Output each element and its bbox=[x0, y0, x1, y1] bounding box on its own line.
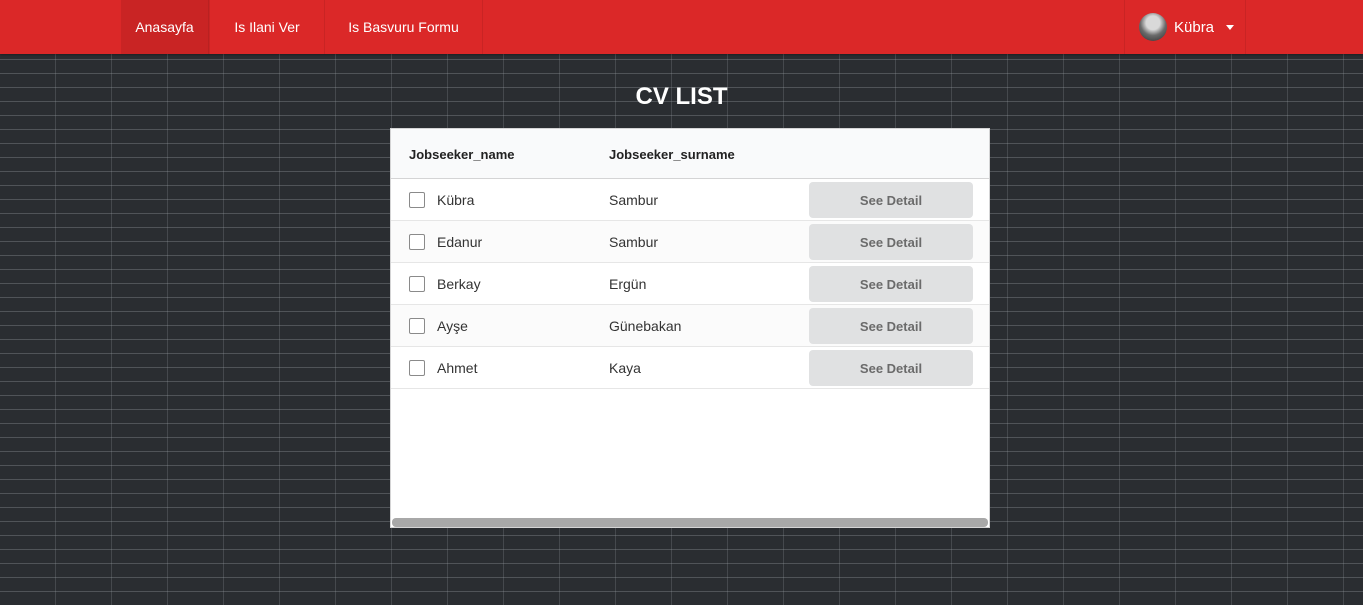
see-detail-button[interactable]: See Detail bbox=[809, 224, 973, 260]
cell-name: Ahmet bbox=[437, 360, 478, 376]
cell-name: Kübra bbox=[437, 192, 475, 208]
column-header-name: Jobseeker_name bbox=[409, 147, 515, 162]
row-checkbox[interactable] bbox=[409, 192, 425, 208]
row-checkbox[interactable] bbox=[409, 318, 425, 334]
table-row: Ayşe Günebakan See Detail bbox=[391, 305, 989, 347]
see-detail-button[interactable]: See Detail bbox=[809, 350, 973, 386]
nav-item-label: Is Basvuru Formu bbox=[348, 19, 459, 35]
user-menu-dropdown[interactable]: Kübra bbox=[1124, 0, 1246, 54]
cv-list-card: Jobseeker_name Jobseeker_surname Kübra S… bbox=[390, 128, 990, 528]
row-checkbox[interactable] bbox=[409, 276, 425, 292]
cell-name: Berkay bbox=[437, 276, 481, 292]
nav-item-label: Is Ilani Ver bbox=[234, 19, 300, 35]
cell-surname: Günebakan bbox=[609, 318, 682, 334]
table-row: Ahmet Kaya See Detail bbox=[391, 347, 989, 389]
row-checkbox[interactable] bbox=[409, 234, 425, 250]
table-row: Kübra Sambur See Detail bbox=[391, 179, 989, 221]
page-title: CV LIST bbox=[635, 83, 728, 110]
cell-surname: Sambur bbox=[609, 192, 659, 208]
nav-item-label: Anasayfa bbox=[135, 19, 194, 35]
avatar bbox=[1139, 13, 1167, 41]
column-header-surname: Jobseeker_surname bbox=[609, 147, 735, 162]
caret-down-icon bbox=[1226, 24, 1235, 30]
see-detail-button[interactable]: See Detail bbox=[809, 266, 973, 302]
horizontal-scrollbar[interactable] bbox=[392, 518, 988, 527]
table-row: Berkay Ergün See Detail bbox=[391, 263, 989, 305]
table-row: Edanur Sambur See Detail bbox=[391, 221, 989, 263]
table-body: Kübra Sambur See Detail Edanur Sambur Se… bbox=[391, 179, 989, 389]
top-navbar: Anasayfa Is Ilani Ver Is Basvuru Formu K… bbox=[0, 0, 1363, 54]
nav-item-is-ilani-ver[interactable]: Is Ilani Ver bbox=[209, 0, 325, 54]
cell-surname: Sambur bbox=[609, 234, 659, 250]
see-detail-button[interactable]: See Detail bbox=[809, 182, 973, 218]
cell-surname: Kaya bbox=[609, 360, 641, 376]
cell-name: Edanur bbox=[437, 234, 483, 250]
see-detail-button[interactable]: See Detail bbox=[809, 308, 973, 344]
row-checkbox[interactable] bbox=[409, 360, 425, 376]
cell-surname: Ergün bbox=[609, 276, 647, 292]
nav-item-anasayfa[interactable]: Anasayfa bbox=[121, 0, 209, 54]
nav-item-is-basvuru-formu[interactable]: Is Basvuru Formu bbox=[325, 0, 483, 54]
table-header: Jobseeker_name Jobseeker_surname bbox=[391, 129, 989, 179]
cell-name: Ayşe bbox=[437, 318, 468, 334]
user-name: Kübra bbox=[1174, 18, 1215, 36]
